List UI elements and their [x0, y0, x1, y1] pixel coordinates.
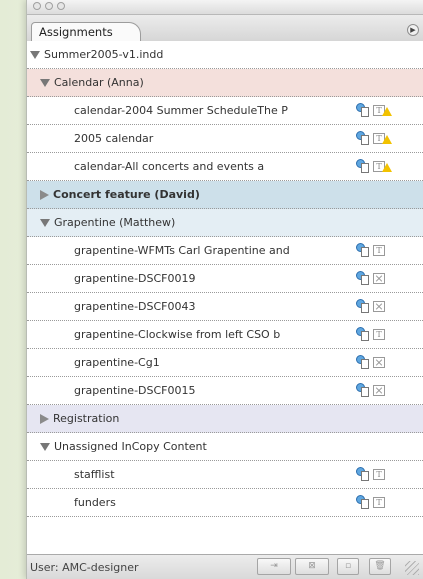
graphic-frame-icon [373, 384, 385, 396]
window-controls [33, 2, 65, 10]
resize-grip-icon[interactable] [405, 561, 419, 575]
item-label: calendar-2004 Summer ScheduleThe P [74, 104, 288, 117]
disclosure-collapsed-icon[interactable] [40, 413, 49, 424]
content-item[interactable]: grapentine-DSCF0043 [27, 293, 423, 321]
content-item[interactable]: stafflist T [27, 461, 423, 489]
item-label: Summer2005-v1.indd [44, 48, 164, 61]
content-item[interactable]: calendar-2004 Summer ScheduleThe P T [27, 97, 423, 125]
item-label: Registration [53, 412, 120, 425]
item-label: Unassigned InCopy Content [54, 440, 207, 453]
item-label: calendar-All concerts and events a [74, 160, 265, 173]
content-item[interactable]: grapentine-Clockwise from left CSO b T [27, 321, 423, 349]
update-content-button[interactable]: ⇥ [257, 558, 291, 575]
user-content-icon [355, 327, 369, 341]
content-item[interactable]: grapentine-WFMTs Carl Grapentine and T [27, 237, 423, 265]
document-item[interactable]: Summer2005-v1.indd [27, 41, 423, 69]
item-label: Concert feature (David) [53, 188, 200, 201]
item-status-icons [355, 299, 385, 313]
item-status-icons: T [355, 495, 385, 509]
text-frame-icon: T [373, 496, 385, 508]
user-content-icon [355, 495, 369, 509]
item-label: Calendar (Anna) [54, 76, 144, 89]
user-content-icon [355, 383, 369, 397]
item-label: grapentine-DSCF0019 [74, 272, 196, 285]
assignments-panel: Assignments ▶ Summer2005-v1.indd Calendar… [26, 0, 423, 579]
user-content-icon [355, 271, 369, 285]
content-item[interactable]: grapentine-DSCF0019 [27, 265, 423, 293]
item-label: funders [74, 496, 116, 509]
close-window-button[interactable] [33, 2, 41, 10]
text-frame-icon: T [373, 468, 385, 480]
item-label: grapentine-Clockwise from left CSO b [74, 328, 281, 341]
item-status-icons [355, 355, 385, 369]
disclosure-expanded-icon[interactable] [40, 442, 50, 451]
minimize-window-button[interactable] [45, 2, 53, 10]
warning-icon [382, 134, 392, 144]
content-item[interactable]: funders T [27, 489, 423, 517]
tab-bar: Assignments ▶ [27, 15, 423, 42]
text-frame-icon: T [373, 328, 385, 340]
item-label: grapentine-Cg1 [74, 356, 160, 369]
status-bar: User: AMC-designer ⇥ ⊠ ▫ 🗑 [27, 554, 423, 579]
text-frame-icon: T [373, 104, 392, 116]
user-content-icon [355, 159, 369, 173]
graphic-frame-icon [373, 272, 385, 284]
item-label: stafflist [74, 468, 115, 481]
item-label: grapentine-DSCF0043 [74, 300, 196, 313]
graphic-frame-icon [373, 300, 385, 312]
warning-icon [382, 162, 392, 172]
item-label: 2005 calendar [74, 132, 154, 145]
item-status-icons: T [355, 467, 385, 481]
title-bar [27, 0, 423, 15]
panel-menu-icon[interactable]: ▶ [407, 24, 419, 36]
content-item[interactable]: grapentine-Cg1 [27, 349, 423, 377]
assignment-item[interactable]: Grapentine (Matthew) [27, 209, 423, 237]
item-label: grapentine-WFMTs Carl Grapentine and [74, 244, 290, 257]
text-frame-icon: T [373, 132, 392, 144]
user-content-icon [355, 467, 369, 481]
item-status-icons: T [355, 243, 385, 257]
assignment-item[interactable]: Unassigned InCopy Content [27, 433, 423, 461]
content-item[interactable]: calendar-All concerts and events a T [27, 153, 423, 181]
trash-button[interactable]: 🗑 [369, 558, 391, 575]
user-content-icon [355, 243, 369, 257]
warning-icon [382, 106, 392, 116]
text-frame-icon: T [373, 244, 385, 256]
item-status-icons: T [355, 131, 392, 145]
item-label: Grapentine (Matthew) [54, 216, 176, 229]
assignment-item[interactable]: Calendar (Anna) [27, 69, 423, 97]
text-frame-icon: T [373, 160, 392, 172]
item-status-icons: T [355, 159, 392, 173]
content-item[interactable]: grapentine-DSCF0015 [27, 377, 423, 405]
item-label: grapentine-DSCF0015 [74, 384, 196, 397]
assignments-list: Summer2005-v1.indd Calendar (Anna) calenda… [27, 41, 423, 555]
user-content-icon [355, 299, 369, 313]
content-item[interactable]: 2005 calendar T [27, 125, 423, 153]
item-status-icons: T [355, 327, 385, 341]
zoom-window-button[interactable] [57, 2, 65, 10]
new-assignment-button[interactable]: ▫ [337, 558, 359, 575]
disclosure-expanded-icon[interactable] [40, 218, 50, 227]
item-status-icons [355, 383, 385, 397]
disclosure-expanded-icon[interactable] [40, 78, 50, 87]
item-status-icons: T [355, 103, 392, 117]
graphic-frame-icon [373, 356, 385, 368]
assignment-item[interactable]: Concert feature (David) [27, 181, 423, 209]
item-status-icons [355, 271, 385, 285]
user-content-icon [355, 131, 369, 145]
disclosure-collapsed-icon[interactable] [40, 189, 49, 200]
assign-button[interactable]: ⊠ [295, 558, 329, 575]
tab-assignments[interactable]: Assignments [31, 22, 141, 41]
user-content-icon [355, 103, 369, 117]
assignment-item[interactable]: Registration [27, 405, 423, 433]
user-content-icon [355, 355, 369, 369]
current-user-label: User: AMC-designer [30, 561, 139, 574]
disclosure-expanded-icon[interactable] [30, 50, 40, 59]
